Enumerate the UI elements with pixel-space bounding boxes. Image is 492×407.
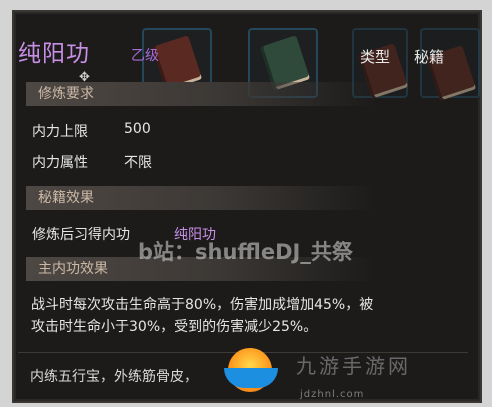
bilibili-watermark: b站：shuffleDJ_共祭 <box>138 240 353 264</box>
section-header-requirements: 修炼要求 <box>26 82 376 106</box>
screenshot-frame: 纯阳功 乙级 类型 秘籍 ✥ 修炼要求 内力上限 500 内力属性 不限 秘籍效… <box>0 0 492 407</box>
site-watermark-name: 九游手游网 <box>296 354 411 378</box>
max-inner-label: 内力上限 <box>32 124 88 140</box>
type-label: 类型 <box>360 48 391 66</box>
book-effect-text: 修炼后习得内功 <box>32 227 130 243</box>
max-inner-value: 500 <box>124 121 151 137</box>
section-header-book-effect: 秘籍效果 <box>26 186 376 210</box>
flavor-text: 内练五行宝，外练筋骨皮， <box>30 369 198 385</box>
type-value: 秘籍 <box>414 48 445 66</box>
inner-attr-value: 不限 <box>124 155 152 171</box>
main-effect-line: 攻击时生命小于30%，受到的伤害减少25%。 <box>31 319 318 335</box>
skill-grade: 乙级 <box>131 48 159 64</box>
skill-name: 纯阳功 <box>18 41 90 67</box>
main-effect-description: 战斗时每次攻击生命高于80%，伤害加成增加45%，被 攻击时生命小于30%，受到… <box>31 294 461 338</box>
inner-attr-label: 内力属性 <box>32 155 88 171</box>
main-effect-line: 战斗时每次攻击生命高于80%，伤害加成增加45%，被 <box>31 297 374 313</box>
site-watermark-url: jdzhnl.com <box>300 389 365 400</box>
